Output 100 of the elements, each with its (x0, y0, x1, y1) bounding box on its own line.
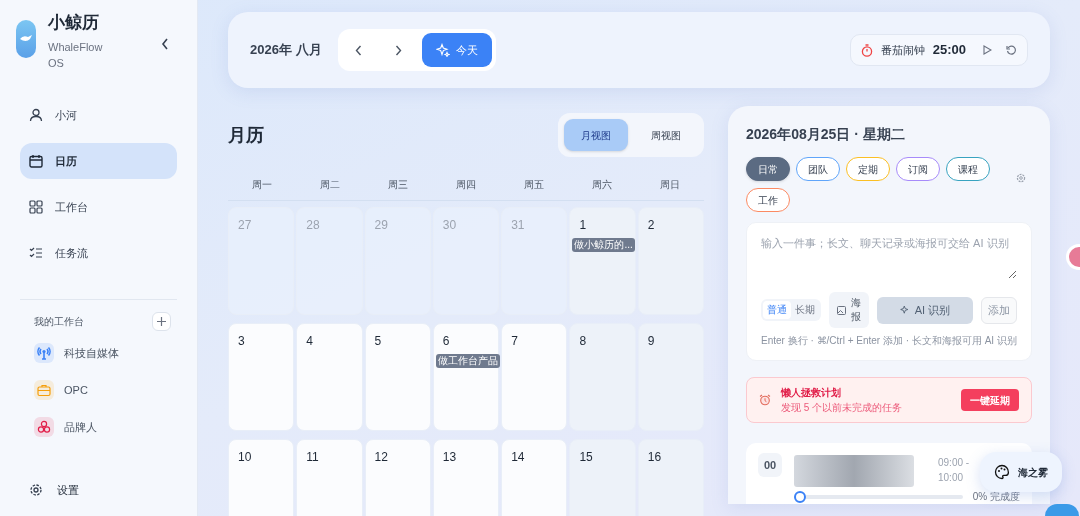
timer-value: 25:00 (932, 41, 966, 60)
category-tag[interactable]: 日常 (746, 157, 790, 181)
nav-item[interactable]: 日历 (20, 143, 177, 179)
day-number: 2 (647, 217, 655, 234)
settings-nav-item[interactable]: 设置 (20, 481, 177, 498)
settings-icon (29, 482, 43, 497)
workspace-item[interactable]: 品牌人 (34, 417, 177, 437)
event-tag[interactable]: 做工作台产品 (435, 354, 500, 368)
timer-label: 番茄闹钟 (880, 42, 925, 58)
today-button[interactable]: 今天 (421, 33, 492, 67)
task-number: 00 (758, 453, 782, 477)
day-cell[interactable]: 4 (296, 323, 363, 431)
day-cell[interactable]: 13 (432, 439, 500, 516)
day-cell[interactable]: 2 (637, 207, 704, 315)
settings-icon[interactable] (1016, 173, 1026, 183)
weekday-header: 周一 (251, 178, 273, 192)
task-input[interactable]: 输入一件事；长文、聊天记录或海报可交给 AI 识别 (761, 235, 1017, 279)
checklist-icon (29, 246, 43, 260)
input-hint: Enter 换行 · ⌘/Ctrl + Enter 添加 · 长文和海报可用 AI 识别 (761, 334, 1017, 348)
nav-item[interactable]: 任务流 (20, 235, 177, 271)
day-cell[interactable]: 10 (228, 439, 295, 516)
workspace-item[interactable]: OPC (34, 380, 177, 400)
day-cell[interactable]: 16 (637, 439, 704, 516)
day-number: 3 (238, 333, 245, 350)
day-cell[interactable]: 3 (228, 323, 295, 431)
day-cell[interactable]: 8 (569, 323, 636, 431)
add-workspace-button[interactable] (152, 312, 171, 331)
day-number: 4 (306, 333, 313, 350)
category-tag[interactable]: 订阅 (896, 157, 940, 181)
day-cell[interactable]: 12 (364, 439, 431, 516)
day-number: 9 (647, 333, 655, 350)
day-number: 1 (579, 217, 587, 234)
category-tag[interactable]: 工作 (746, 188, 790, 212)
weekday-header: 周四 (455, 178, 477, 192)
category-tag[interactable]: 团队 (796, 157, 840, 181)
workspace-item[interactable]: 科技自媒体 (34, 343, 177, 363)
day-cell[interactable]: 5 (364, 323, 431, 431)
day-number: 8 (579, 333, 587, 350)
day-cell[interactable]: 6 做工作台产品 (432, 323, 500, 431)
day-number: 10 (238, 449, 252, 466)
postpone-button[interactable]: 一键延期 (961, 389, 1019, 411)
calendar-icon (29, 154, 43, 168)
month-label: 2026年 八月 (250, 41, 322, 60)
day-cell[interactable]: 9 (637, 323, 704, 431)
floating-action-icon[interactable] (1045, 504, 1079, 516)
palette-icon (994, 464, 1010, 480)
theme-chip[interactable]: 海之雾 (980, 452, 1062, 492)
day-number: 30 (442, 217, 457, 234)
category-tag[interactable]: 课程 (946, 157, 990, 181)
day-cell[interactable]: 7 (501, 323, 568, 431)
nav-item[interactable]: 工作台 (20, 189, 177, 225)
task-time: 09:00 - 10:00 (938, 456, 971, 485)
sparkle-icon (435, 43, 450, 57)
day-number: 5 (374, 333, 382, 350)
day-number: 12 (374, 449, 388, 466)
day-number: 16 (647, 449, 662, 466)
grid-icon (29, 200, 43, 214)
day-number: 14 (511, 449, 525, 466)
event-tag[interactable]: 做小鲸历的... (572, 238, 635, 252)
day-number: 13 (442, 449, 457, 466)
reset-button[interactable] (1006, 44, 1017, 56)
poster-button[interactable]: 海报 (829, 292, 869, 328)
progress-label: 0% 完成度 (972, 490, 1020, 504)
image-icon (837, 305, 846, 315)
stopwatch-icon (860, 43, 873, 57)
view-tab[interactable]: 周视图 (634, 119, 698, 151)
day-number: 31 (511, 217, 525, 234)
weekday-header: 周三 (387, 178, 409, 192)
play-button[interactable] (982, 45, 992, 55)
chevron-left-icon (355, 44, 363, 56)
section-heading: 我的工作台 (34, 315, 84, 329)
mode-option[interactable]: 普通 (763, 301, 791, 319)
chevron-right-icon (395, 44, 403, 56)
plus-icon (157, 317, 166, 326)
alert-message: 发现 5 个以前未完成的任务 (781, 401, 904, 415)
slider-thumb[interactable] (794, 490, 806, 503)
app-name: 小鲸历 (48, 12, 100, 34)
alert-title: 懒人拯救计划 (781, 386, 842, 400)
day-number: 6 (442, 333, 450, 350)
nav-item[interactable]: 小河 (20, 97, 177, 133)
day-number: 29 (374, 217, 388, 234)
day-title: 2026年08月25日 · 星期二 (746, 125, 906, 144)
view-tab[interactable]: 月视图 (564, 119, 628, 151)
collapse-button[interactable] (161, 38, 169, 50)
day-cell[interactable]: 11 (296, 439, 363, 516)
floating-assistant-icon[interactable] (1066, 244, 1080, 270)
day-cell[interactable]: 14 (501, 439, 568, 516)
app-subtitle: WhaleFlow OS (48, 40, 104, 71)
weekday-header: 周六 (591, 178, 613, 192)
mode-option[interactable]: 长期 (791, 301, 819, 319)
day-cell[interactable]: 1 做小鲸历的... (569, 207, 636, 315)
calendar-title: 月历 (228, 123, 264, 147)
weekday-header: 周五 (523, 178, 545, 192)
chevron-left-icon (161, 38, 169, 50)
day-cell[interactable]: 15 (569, 439, 636, 516)
weekday-header: 周二 (319, 178, 341, 192)
day-number: 28 (306, 217, 320, 234)
weekday-header: 周日 (659, 178, 681, 192)
day-number: 15 (579, 449, 593, 466)
category-tag[interactable]: 定期 (846, 157, 890, 181)
